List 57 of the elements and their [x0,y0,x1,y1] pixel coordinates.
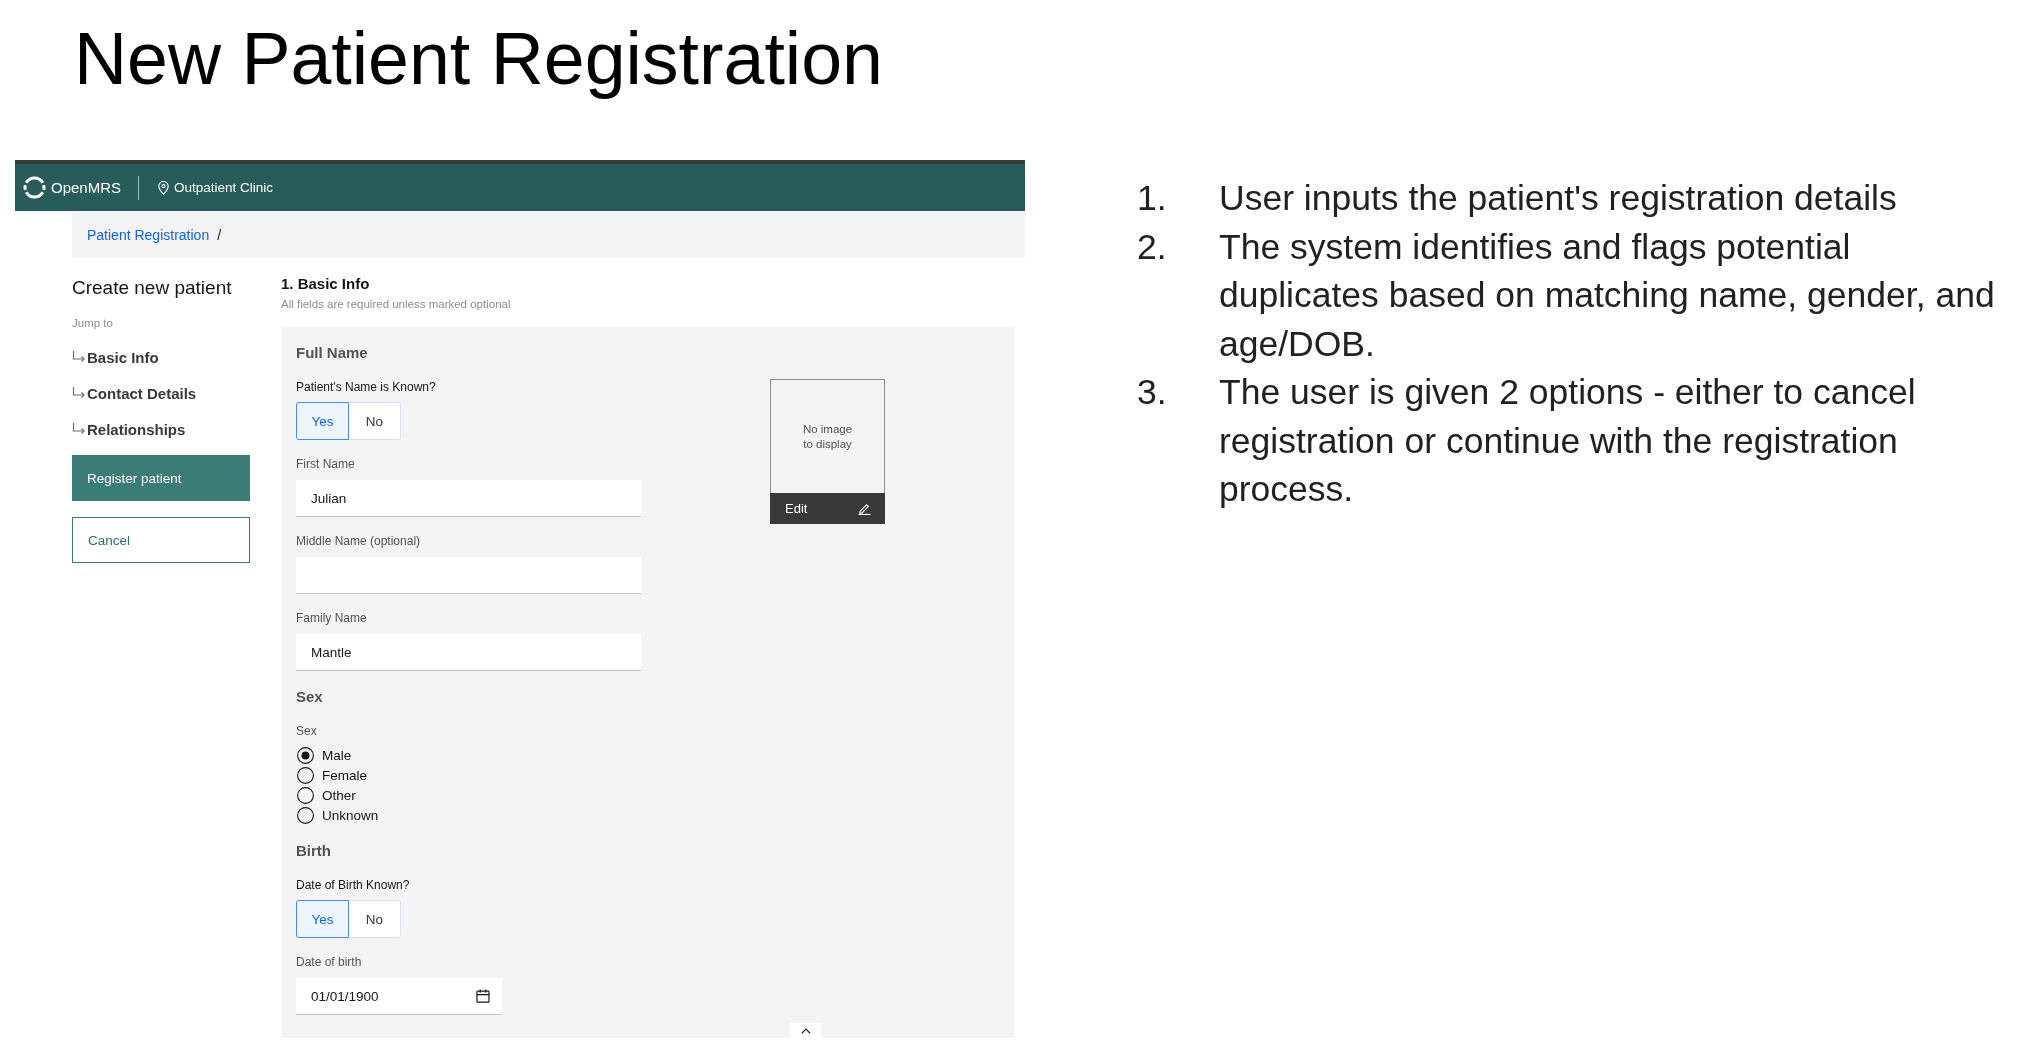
step-text: The user is given 2 options - either to cancel registration or continue with the registration process. [1219,371,1917,511]
field-label: Date of birth [296,954,362,970]
step-text: The system identifies and flags potential duplicates based on matching name, gender, and age/DOB. [1219,225,1996,366]
corner-arrow-icon [72,387,85,399]
cancel-button[interactable]: Cancel [72,517,250,563]
step-text: User inputs the patient's registration details [1219,177,1897,220]
radio-button[interactable] [297,806,314,824]
group-heading: Birth [296,841,331,861]
logo-icon [23,176,46,199]
radio-button[interactable] [297,766,314,784]
text-input[interactable]: Mantle [296,634,641,671]
section-title: 1. Basic Info [281,274,370,294]
breadcrumb-separator: / [217,226,222,243]
chevron-up-icon [800,1027,811,1034]
page-title: New Patient Registration [74,17,883,101]
jump-to-label: Jump to [72,316,113,330]
group-heading: Sex [296,687,323,707]
edit-photo-button[interactable]: Edit [770,493,885,524]
sidebar-link[interactable]: Basic Info [87,348,159,366]
step-number: 3. [1137,371,1168,414]
scroll-up-button[interactable] [790,1023,821,1038]
toggle-option[interactable]: No [348,402,401,440]
corner-arrow-icon [72,351,85,363]
sidebar-link[interactable]: Contact Details [87,384,197,402]
field-label: Family Name [296,610,367,626]
text-input[interactable]: Julian [296,480,641,517]
field-label: Patient's Name is Known? [296,379,436,395]
step-number: 1. [1137,177,1168,220]
field-label: Middle Name (optional) [296,533,421,549]
radio-label: Unknown [322,807,379,823]
calendar-icon[interactable] [476,989,490,1003]
radio-label: Male [322,747,352,763]
sidebar-title: Create new patient [72,276,232,300]
location-pin-icon [158,180,170,195]
brand-name: OpenMRS [51,179,122,196]
section-note: All fields are required unless marked optional [281,297,511,311]
field-label: First Name [296,456,355,472]
radio-button[interactable] [297,786,314,804]
pencil-icon [858,502,871,515]
radio-label: Other [322,787,356,803]
group-heading: Full Name [296,343,368,363]
step-number: 2. [1137,225,1168,269]
radio-label: Female [322,767,367,783]
breadcrumb-link[interactable]: Patient Registration [87,226,210,243]
toggle-option[interactable]: No [348,900,401,938]
sidebar-link[interactable]: Relationships [87,420,186,438]
date-input[interactable]: 01/01/1900 [296,978,502,1015]
field-label: Sex [296,723,317,739]
toggle-option[interactable]: Yes [296,402,349,440]
corner-arrow-icon [72,423,85,435]
location-name: Outpatient Clinic [174,180,274,195]
radio-button[interactable] [297,746,314,764]
field-label: Date of Birth Known? [296,877,410,893]
register-button[interactable]: Register patient [72,455,250,501]
toggle-option[interactable]: Yes [296,900,349,938]
photo-message: No image to display [801,421,854,452]
text-input[interactable] [296,557,641,594]
